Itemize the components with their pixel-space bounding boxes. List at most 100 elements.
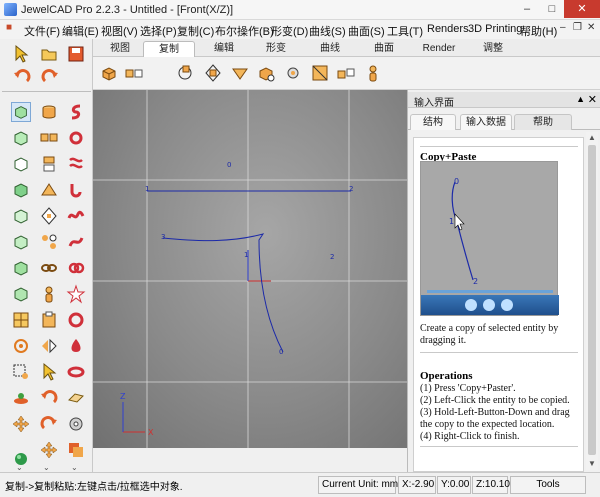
star-icon[interactable] [66,284,86,304]
polar-icon[interactable] [39,206,59,226]
copy-block-icon[interactable] [39,128,59,148]
menu-3d-printing[interactable]: 3D Printing [468,23,522,35]
scroll-down-icon[interactable]: ▼ [586,458,598,470]
tab-render[interactable]: Render [413,41,465,57]
menu-curve[interactable]: 曲线(S) [309,23,346,39]
gear-copy-icon[interactable] [283,63,303,83]
help-video[interactable]: 0 1 2 [420,161,559,316]
menu-renders[interactable]: Renders [427,23,469,35]
open-file-icon[interactable] [39,44,59,64]
menu-edit[interactable]: 编辑(E) [62,23,99,39]
tab-view[interactable]: 视图 [97,41,143,57]
gear-icon[interactable] [66,414,86,434]
stack-icon[interactable] [39,154,59,174]
mdi-restore-icon[interactable]: ❐ [573,22,582,33]
drop-icon[interactable] [66,336,86,356]
maximize-icon[interactable]: □ [540,0,564,18]
ring-icon[interactable] [66,310,86,330]
rotate-view-icon[interactable] [11,336,31,356]
menu-view[interactable]: 视图(V) [101,23,138,39]
wave-icon[interactable] [66,206,86,226]
twist-icon[interactable] [66,232,86,252]
expand-down-icon[interactable]: ⌄ [43,463,50,472]
menu-help[interactable]: 帮助(H) [520,23,557,39]
undo-icon[interactable] [12,67,32,87]
menu-boolean[interactable]: 布尔操作(B) [215,23,274,39]
scatter-copy-icon[interactable] [39,232,59,252]
knot-icon[interactable] [66,258,86,278]
scroll-thumb[interactable] [588,145,596,455]
viewport-canvas[interactable]: 0 1 2 3 1 2 0 X Z [93,90,407,448]
cylinder-icon[interactable] [39,102,59,122]
tab-deform[interactable]: 形变 [253,41,299,57]
mdi-minimize-icon[interactable]: – [560,22,566,33]
tab-edit[interactable]: 编辑 [201,41,247,57]
s-curve-icon[interactable] [66,102,86,122]
redo-icon[interactable] [40,67,60,87]
box-top-icon[interactable] [11,232,31,252]
slab-icon[interactable] [66,388,86,408]
expand-down-icon[interactable]: ⌄ [16,463,23,472]
scale-copy-icon[interactable] [310,63,330,83]
view-cube-icon[interactable] [11,102,31,122]
scroll-up-icon[interactable]: ▲ [586,132,598,144]
pin-icon[interactable]: ▲ [576,94,585,104]
redo-view-icon[interactable] [39,414,59,434]
expand-down-icon[interactable]: ⌄ [71,463,78,472]
loop-icon[interactable] [66,128,86,148]
pan-icon[interactable] [11,414,31,434]
pointer-icon[interactable] [39,362,59,382]
menu-deform[interactable]: 形变(D) [271,23,308,39]
tab-structure[interactable]: 结构 [410,114,456,130]
copy-paste-icon[interactable] [99,63,119,83]
figure-icon[interactable] [39,284,59,304]
grid-frame-icon[interactable] [11,310,31,330]
menu-surface[interactable]: 曲面(S) [348,23,385,39]
box-shade-icon[interactable] [11,180,31,200]
close-icon[interactable]: ✕ [564,0,600,18]
move-icon[interactable] [39,440,59,460]
menu-file[interactable]: 文件(F) [24,23,60,39]
copy-along-curve-icon[interactable] [336,63,356,83]
play-icon[interactable] [465,299,477,311]
flip-icon[interactable] [39,336,59,356]
box-front-icon[interactable] [11,258,31,278]
polar-copy-icon[interactable] [203,63,223,83]
video-seek-bar[interactable] [427,290,553,293]
box-side-icon[interactable] [11,284,31,304]
tab-curve[interactable]: 曲线 [305,41,355,57]
menu-copy[interactable]: 复制(C) [177,23,214,39]
menu-select[interactable]: 选择(P) [140,23,177,39]
tools-button[interactable]: Tools [510,476,586,494]
box-icon[interactable] [11,128,31,148]
tab-help[interactable]: 帮助 [514,114,572,130]
layers-icon[interactable] [66,440,86,460]
tab-input-data[interactable]: 输入数据 [460,114,512,130]
render-light-icon[interactable] [11,388,31,408]
tab-adjust[interactable]: 调整 [467,41,519,57]
array-copy-icon[interactable] [256,63,276,83]
box-wire-icon[interactable] [11,154,31,174]
tab-copy[interactable]: 复制 [143,41,195,57]
zoom-window-icon[interactable] [11,362,31,382]
mdi-close-icon[interactable]: ✕ [587,22,595,33]
box-edge-icon[interactable] [11,206,31,226]
paste-icon[interactable] [39,310,59,330]
rotate-copy-icon[interactable] [175,63,195,83]
save-icon[interactable] [66,44,86,64]
help-scrollbar[interactable]: ▲ ▼ [586,132,598,470]
pause-icon[interactable] [483,299,495,311]
doc-icon[interactable]: ■ [6,22,12,33]
panel-close-icon[interactable]: ✕ [588,93,597,106]
copy-multiple-icon[interactable] [124,63,144,83]
tab-surface[interactable]: 曲面 [359,41,409,57]
front-viewport[interactable]: 0 1 2 3 1 2 0 X Z [93,90,407,448]
undo-view-icon[interactable] [39,388,59,408]
triangle-copy-icon[interactable] [39,180,59,200]
coil-icon[interactable] [66,154,86,174]
mirror-copy-icon[interactable] [230,63,250,83]
figure-copy-icon[interactable] [363,63,383,83]
hook-icon[interactable] [66,180,86,200]
torus-icon[interactable] [66,362,86,382]
select-arrow-icon[interactable] [11,44,31,64]
